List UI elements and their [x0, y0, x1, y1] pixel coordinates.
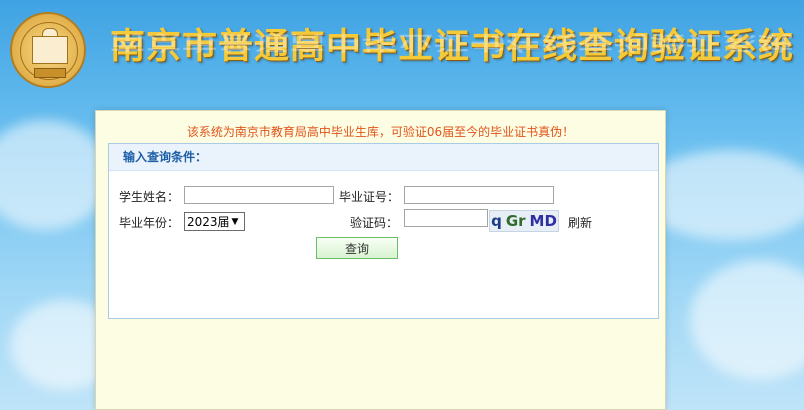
site-header: 南京市普通高中毕业证书在线查询验证系统 南京市普通高中毕业证书在线查询验证系统	[0, 0, 804, 100]
emblem-building	[32, 36, 68, 64]
captcha-input[interactable]	[404, 209, 488, 227]
query-section-title: 输入查询条件：	[109, 144, 658, 171]
captcha-char: Gr	[505, 212, 526, 230]
chevron-down-icon: ▼	[231, 216, 239, 227]
student-name-label: 学生姓名：	[119, 190, 180, 204]
query-form-box: 输入查询条件： 学生姓名： 毕业证号： 毕业年份： 2023届 ▼ 验证码： q…	[108, 143, 659, 319]
graduation-year-selected: 2023届	[187, 215, 230, 229]
site-title-reflection: 南京市普通高中毕业证书在线查询验证系统	[110, 31, 795, 54]
notice-text: 该系统为南京市教育局高中毕业生库，可验证06届至今的毕业证书真伪！	[186, 125, 575, 139]
education-emblem-logo	[10, 12, 86, 88]
refresh-captcha-link[interactable]: 刷新	[568, 214, 592, 231]
captcha-label: 验证码：	[350, 216, 399, 230]
graduation-year-select[interactable]: 2023届 ▼	[184, 212, 245, 231]
graduation-year-label: 毕业年份：	[119, 216, 180, 230]
captcha-char: q	[491, 212, 502, 230]
main-panel: 该系统为南京市教育局高中毕业生库，可验证06届至今的毕业证书真伪！ 输入查询条件…	[95, 110, 666, 410]
cloud-decoration	[690, 260, 804, 380]
captcha-image[interactable]: q Gr MD	[489, 210, 559, 232]
emblem-ribbon	[34, 68, 66, 78]
student-name-input[interactable]	[184, 186, 334, 204]
certificate-number-label: 毕业证号：	[339, 190, 400, 204]
certificate-number-input[interactable]	[404, 186, 554, 204]
captcha-char: MD	[529, 212, 557, 230]
cloud-decoration	[0, 120, 110, 230]
search-button[interactable]: 查询	[316, 237, 398, 259]
